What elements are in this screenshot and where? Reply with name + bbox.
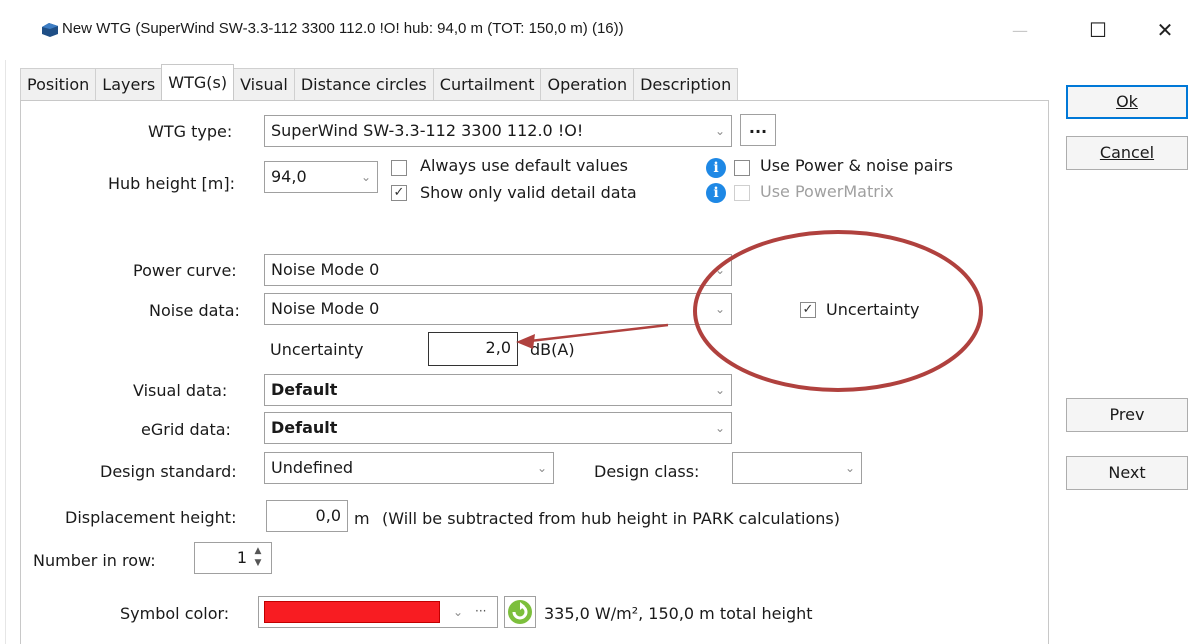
chevron-down-icon: ⌄ <box>714 383 725 397</box>
tab-position[interactable]: Position <box>20 68 97 100</box>
minimize-button[interactable]: — <box>1000 14 1040 46</box>
visual-data-value: Default <box>271 380 338 399</box>
window-left-border <box>0 60 6 644</box>
tab-operation[interactable]: Operation <box>540 68 635 100</box>
ok-button[interactable]: Ok <box>1066 85 1188 119</box>
chevron-down-icon: ⌄ <box>714 263 725 277</box>
summary-text: 335,0 W/m², 150,0 m total height <box>544 604 813 623</box>
tab-visual[interactable]: Visual <box>233 68 295 100</box>
use-power-noise-label: Use Power & noise pairs <box>760 156 953 175</box>
design-class-select[interactable]: ⌄ <box>732 452 862 484</box>
info-icon[interactable]: i <box>706 158 726 178</box>
close-button[interactable]: ✕ <box>1145 14 1185 46</box>
uncertainty-label: Uncertainty <box>270 340 364 359</box>
show-valid-checkbox[interactable]: ✓ <box>391 185 407 201</box>
hub-height-value: 94,0 <box>271 167 307 186</box>
chevron-down-icon: ⌄ <box>714 124 725 138</box>
number-in-row-label: Number in row: <box>33 551 156 570</box>
maximize-button[interactable]: ☐ <box>1078 14 1118 46</box>
use-power-noise-checkbox[interactable] <box>734 160 750 176</box>
symbol-color-swatch <box>264 601 440 623</box>
wtg-type-value: SuperWind SW-3.3-112 3300 112.0 !O! <box>271 121 584 140</box>
design-standard-label: Design standard: <box>100 462 237 481</box>
symbol-color-more-icon[interactable]: ··· <box>475 597 486 625</box>
visual-data-select[interactable]: Default ⌄ <box>264 374 732 406</box>
prev-button[interactable]: Prev <box>1066 398 1188 432</box>
chevron-down-icon: ⌄ <box>536 461 547 475</box>
symbol-color-label: Symbol color: <box>120 604 230 623</box>
tab-distance-circles[interactable]: Distance circles <box>293 68 434 100</box>
uncertainty-checkbox[interactable]: ✓ <box>800 302 816 318</box>
uncertainty-checkbox-label: Uncertainty <box>826 300 920 319</box>
egrid-data-label: eGrid data: <box>141 420 231 439</box>
power-curve-value: Noise Mode 0 <box>271 260 380 279</box>
power-curve-select[interactable]: Noise Mode 0 ⌄ <box>264 254 732 286</box>
power-curve-label: Power curve: <box>133 261 237 280</box>
close-icon: ✕ <box>1156 18 1174 42</box>
egrid-data-value: Default <box>271 418 338 437</box>
number-in-row-spinner[interactable]: ▲ ▼ <box>250 545 266 571</box>
chevron-down-icon: ⌄ <box>714 302 725 316</box>
noise-data-value: Noise Mode 0 <box>271 299 380 318</box>
maximize-icon: ☐ <box>1089 18 1107 42</box>
hub-height-select[interactable]: 94,0 ⌄ <box>264 161 378 193</box>
use-powermatrix-label: Use PowerMatrix <box>760 182 894 201</box>
always-default-label: Always use default values <box>420 156 628 175</box>
wtg-type-select[interactable]: SuperWind SW-3.3-112 3300 112.0 !O! ⌄ <box>264 115 732 147</box>
hub-height-label: Hub height [m]: <box>108 174 235 193</box>
egrid-data-select[interactable]: Default ⌄ <box>264 412 732 444</box>
displacement-height-input[interactable]: 0,0 <box>266 500 348 532</box>
uncertainty-input[interactable]: 2,0 <box>428 332 518 366</box>
next-button[interactable]: Next <box>1066 456 1188 490</box>
tab-bar: Position Layers WTG(s) Visual Distance c… <box>20 64 739 100</box>
use-powermatrix-checkbox[interactable] <box>734 185 750 201</box>
visual-data-label: Visual data: <box>133 381 228 400</box>
displacement-unit: m <box>354 509 370 528</box>
chevron-down-icon: ⌄ <box>714 421 725 435</box>
tab-description[interactable]: Description <box>633 68 739 100</box>
refresh-button[interactable] <box>504 596 536 628</box>
wtg-type-label: WTG type: <box>148 122 233 141</box>
ok-label: Ok <box>1116 92 1138 111</box>
always-default-checkbox[interactable] <box>391 160 407 176</box>
show-valid-label: Show only valid detail data <box>420 183 637 202</box>
design-class-label: Design class: <box>594 462 700 481</box>
number-in-row-value: 1 <box>236 548 247 567</box>
info-icon[interactable]: i <box>706 183 726 203</box>
title-bar: New WTG (SuperWind SW-3.3-112 3300 112.0… <box>0 0 1197 60</box>
noise-data-label: Noise data: <box>149 301 240 320</box>
noise-data-select[interactable]: Noise Mode 0 ⌄ <box>264 293 732 325</box>
design-standard-value: Undefined <box>271 458 354 477</box>
refresh-icon <box>508 600 532 624</box>
displacement-note: (Will be subtracted from hub height in P… <box>382 509 840 528</box>
chevron-down-icon: ⌄ <box>453 605 464 619</box>
chevron-down-icon: ⌄ <box>360 170 371 184</box>
tab-wtgs[interactable]: WTG(s) <box>161 64 235 100</box>
tab-curtailment[interactable]: Curtailment <box>432 68 542 100</box>
symbol-color-select[interactable]: ⌄ ··· <box>258 596 498 628</box>
tab-layers[interactable]: Layers <box>95 68 163 100</box>
wind-turbine-icon <box>42 23 58 37</box>
uncertainty-unit: dB(A) <box>530 340 575 359</box>
cancel-label: Cancel <box>1099 143 1155 162</box>
wtg-type-browse-button[interactable]: ... <box>740 114 776 146</box>
design-standard-select[interactable]: Undefined ⌄ <box>264 452 554 484</box>
window-title: New WTG (SuperWind SW-3.3-112 3300 112.0… <box>62 20 624 37</box>
cancel-button[interactable]: Cancel <box>1066 136 1188 170</box>
minimize-icon: — <box>1012 20 1028 40</box>
chevron-down-icon: ⌄ <box>844 461 855 475</box>
displacement-height-label: Displacement height: <box>65 508 237 527</box>
